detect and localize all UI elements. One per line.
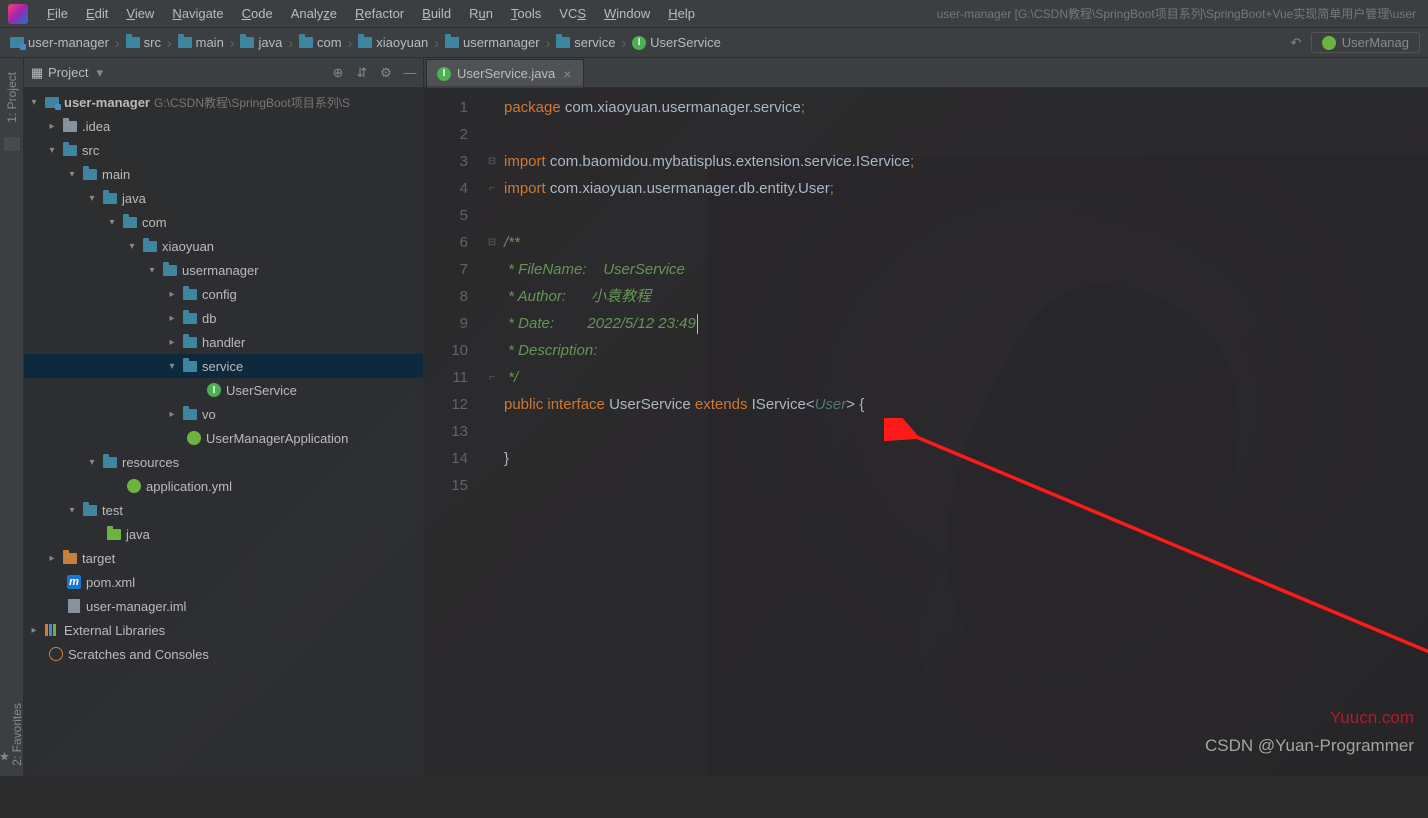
crumb-service[interactable]: service (554, 35, 617, 50)
crumb-xiaoyuan[interactable]: xiaoyuan (356, 35, 430, 50)
code-content[interactable]: package com.xiaoyuan.usermanager.service… (500, 88, 1428, 776)
tree-resources[interactable]: ▾resources (24, 450, 423, 474)
project-view-icon: ▦ (30, 66, 44, 80)
watermark-csdn: CSDN @Yuan-Programmer (1205, 736, 1414, 756)
tree-userservice[interactable]: ▸IUserService (24, 378, 423, 402)
menu-view[interactable]: View (117, 0, 163, 27)
tree-external-libraries[interactable]: ▸External Libraries (24, 618, 423, 642)
crumb-main[interactable]: main (176, 35, 226, 50)
project-info-label: user-manager [G:\CSDN教程\SpringBoot项目系列\S… (937, 5, 1424, 22)
back-nav-icon[interactable]: ↶ (1289, 36, 1303, 50)
locate-icon[interactable]: ⊕ (331, 66, 345, 80)
tree-vo[interactable]: ▸vo (24, 402, 423, 426)
menu-help[interactable]: Help (659, 0, 704, 27)
tree-target[interactable]: ▸target (24, 546, 423, 570)
project-panel-title: Project (48, 65, 88, 80)
crumb-user-manager[interactable]: user-manager (8, 35, 111, 50)
project-view-dropdown-icon[interactable]: ▾ (96, 65, 103, 81)
menu-tools[interactable]: Tools (502, 0, 550, 27)
tree-handler[interactable]: ▸handler (24, 330, 423, 354)
tree-src[interactable]: ▾src (24, 138, 423, 162)
tree-config[interactable]: ▸config (24, 282, 423, 306)
project-panel-header: ▦ Project ▾ ⊕ ⇵ ⚙ — (24, 58, 423, 88)
tree-root[interactable]: ▾user-managerG:\CSDN教程\SpringBoot项目系列\S (24, 90, 423, 114)
tree-db[interactable]: ▸db (24, 306, 423, 330)
crumb-userservice[interactable]: IUserService (630, 35, 723, 50)
editor-tabbar: I UserService.java × (424, 58, 1428, 88)
collapse-all-icon[interactable]: ⇵ (355, 66, 369, 80)
crumb-src[interactable]: src (124, 35, 163, 50)
menu-edit[interactable]: Edit (77, 0, 117, 27)
tree-scratches[interactable]: ▸Scratches and Consoles (24, 642, 423, 666)
tree-java[interactable]: ▾java (24, 186, 423, 210)
tree-main[interactable]: ▾main (24, 162, 423, 186)
navigation-bar: user-manager› src› main› java› com› xiao… (0, 28, 1428, 58)
editor-tab-label: UserService.java (457, 66, 555, 81)
project-panel: ▦ Project ▾ ⊕ ⇵ ⚙ — ▾user-managerG:\CSDN… (24, 58, 424, 776)
crumb-com[interactable]: com (297, 35, 344, 50)
menu-code[interactable]: Code (233, 0, 282, 27)
editor-tab-userservice[interactable]: I UserService.java × (426, 59, 584, 87)
menu-navigate[interactable]: Navigate (163, 0, 232, 27)
tree-iml[interactable]: ▸user-manager.iml (24, 594, 423, 618)
interface-icon: I (437, 67, 451, 81)
tool-structure-icon[interactable] (4, 137, 20, 151)
menu-window[interactable]: Window (595, 0, 659, 27)
tree-xiaoyuan[interactable]: ▾xiaoyuan (24, 234, 423, 258)
spring-boot-icon (1322, 36, 1336, 50)
editor-area: I UserService.java × 1 2 3 4 5 6 7 8 9 1… (424, 58, 1428, 776)
tree-idea[interactable]: ▸.idea (24, 114, 423, 138)
line-number-gutter: 1 2 3 4 5 6 7 8 9 10 11 12 13 14 15 (424, 88, 484, 776)
settings-icon[interactable]: ⚙ (379, 66, 393, 80)
close-tab-icon[interactable]: × (561, 66, 573, 82)
menubar: File Edit View Navigate Code Analyze Ref… (0, 0, 1428, 28)
menu-analyze[interactable]: Analyze (282, 0, 346, 27)
tree-application-yml[interactable]: ▸application.yml (24, 474, 423, 498)
tree-usermanager[interactable]: ▾usermanager (24, 258, 423, 282)
menu-build[interactable]: Build (413, 0, 460, 27)
left-tool-strip: 1: Project 2: Favorites (0, 58, 24, 776)
menu-run[interactable]: Run (460, 0, 502, 27)
menu-vcs[interactable]: VCS (550, 0, 595, 27)
run-configuration[interactable]: UserManag (1311, 32, 1420, 53)
hide-panel-icon[interactable]: — (403, 66, 417, 80)
crumb-usermanager[interactable]: usermanager (443, 35, 542, 50)
tree-test[interactable]: ▾test (24, 498, 423, 522)
menu-file[interactable]: File (38, 0, 77, 27)
intellij-icon (8, 4, 28, 24)
code-editor[interactable]: 1 2 3 4 5 6 7 8 9 10 11 12 13 14 15 ⊟⌐ ⊟… (424, 88, 1428, 776)
project-tree[interactable]: ▾user-managerG:\CSDN教程\SpringBoot项目系列\S … (24, 88, 423, 776)
tool-project-tab[interactable]: 1: Project (5, 66, 19, 129)
tool-favorites-tab[interactable]: 2: Favorites (0, 697, 24, 772)
tree-service[interactable]: ▾service (24, 354, 423, 378)
text-caret (697, 314, 698, 334)
fold-gutter[interactable]: ⊟⌐ ⊟⌐ (484, 88, 500, 776)
tree-app-class[interactable]: ▸UserManagerApplication (24, 426, 423, 450)
tree-com[interactable]: ▾com (24, 210, 423, 234)
watermark-site: Yuucn.com (1330, 708, 1414, 728)
tree-pom[interactable]: ▸mpom.xml (24, 570, 423, 594)
menu-refactor[interactable]: Refactor (346, 0, 413, 27)
tree-java-test[interactable]: ▸java (24, 522, 423, 546)
crumb-java[interactable]: java (238, 35, 284, 50)
